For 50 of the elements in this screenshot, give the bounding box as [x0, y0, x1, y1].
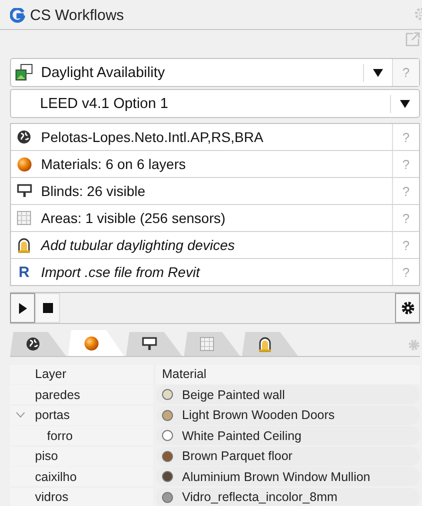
- tab-title: CS Workflows: [30, 6, 124, 24]
- workflow-step[interactable]: Areas: 1 visible (256 sensors) ?: [11, 205, 419, 232]
- workflow-step[interactable]: Pelotas-Lopes.Neto.Intl.AP,RS,BRA ?: [11, 124, 419, 151]
- logo-icon: [10, 8, 25, 22]
- table-cell: Light Brown Wooden Doors: [156, 406, 420, 425]
- caret-icon: [400, 100, 410, 108]
- dropdown-value: LEED v4.1 Option 1: [39, 96, 170, 112]
- column-header[interactable]: Layer: [10, 364, 153, 384]
- stop-icon: [42, 303, 52, 313]
- table-cell: caixilho: [10, 467, 153, 486]
- table-cell: Aluminium Brown Window Mullion: [156, 467, 420, 486]
- settings-button[interactable]: [395, 293, 420, 323]
- tube-light-icon: [17, 238, 31, 252]
- table-cell: Vidro_reflecta_incolor_8mm: [156, 488, 420, 506]
- sphere-icon: [16, 156, 32, 172]
- globe-icon: [26, 337, 40, 351]
- workflow-step[interactable]: Blinds: 26 visible ?: [11, 178, 419, 205]
- grid-icon: [200, 337, 214, 351]
- sign-icon: [16, 184, 32, 198]
- workflow-step[interactable]: Add tubular daylighting devices ?: [11, 232, 419, 259]
- table-cell: piso: [10, 446, 153, 466]
- option-dropdown[interactable]: LEED v4.1 Option 1: [10, 89, 420, 118]
- sphere-icon: [84, 336, 99, 350]
- sign-icon: [142, 337, 157, 351]
- table-cell: White Painted Ceiling: [156, 426, 420, 446]
- table-cell: forro: [10, 426, 153, 446]
- revit-logo: R: [18, 264, 30, 280]
- window-icon: [15, 64, 33, 81]
- table-cell: vidros: [10, 488, 153, 506]
- chevron-icon[interactable]: [16, 412, 24, 418]
- grid-icon: [17, 211, 31, 225]
- dropdown-value: Daylight Availability: [40, 64, 166, 80]
- column-header[interactable]: Material: [156, 364, 420, 384]
- tube-light-icon: [258, 336, 272, 352]
- workflow-step[interactable]: R Import .cse file from Revit ?: [11, 259, 419, 285]
- workflow-step[interactable]: Materials: 6 on 6 layers ?: [11, 151, 419, 178]
- stop-button[interactable]: [35, 293, 60, 323]
- workflow-dropdown[interactable]: Daylight Availability ?: [10, 58, 420, 87]
- table-cell: Beige Painted wall: [156, 385, 420, 404]
- settings-icon: [400, 301, 414, 315]
- view-tab[interactable]: [242, 332, 298, 356]
- table-cell: portas: [10, 406, 153, 425]
- table-cell: Brown Parquet floor: [156, 446, 420, 466]
- globe-icon: [17, 130, 31, 144]
- play-icon: [18, 302, 28, 314]
- caret-icon: [373, 68, 383, 76]
- view-tab[interactable]: [10, 332, 66, 356]
- view-tab[interactable]: [126, 332, 182, 356]
- play-button[interactable]: [10, 293, 35, 323]
- table-cell: paredes: [10, 385, 153, 404]
